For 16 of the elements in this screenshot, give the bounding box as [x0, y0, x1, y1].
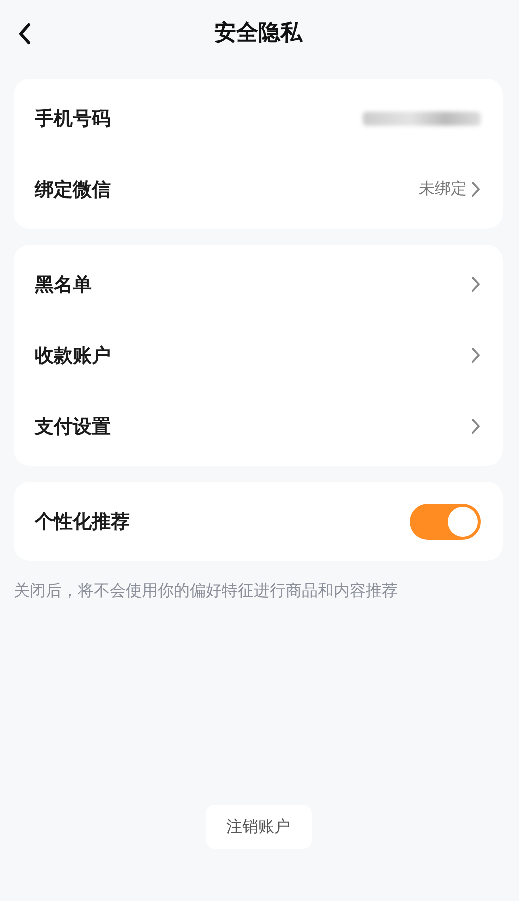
row-label: 收款账户 [35, 344, 112, 368]
row-label: 手机号码 [35, 106, 112, 132]
row-label: 支付设置 [35, 414, 112, 440]
row-value: 未绑定 [419, 179, 467, 200]
row-label: 绑定微信 [35, 178, 112, 202]
hint-text: 关闭后，将不会使用你的偏好特征进行商品和内容推荐 [14, 581, 399, 602]
row-label: 黑名单 [35, 272, 93, 298]
chevron-right-icon [471, 181, 481, 198]
deactivate-account-button[interactable]: 注销账户 [206, 805, 312, 849]
toggle-switch[interactable] [410, 504, 481, 540]
chevron-right-icon [471, 418, 481, 435]
chevron-right-icon [471, 347, 481, 364]
chevron-right-icon [471, 276, 481, 293]
row-label: 个性化推荐 [35, 510, 131, 534]
back-icon [18, 23, 32, 45]
page-title: 安全隐私 [214, 20, 302, 48]
